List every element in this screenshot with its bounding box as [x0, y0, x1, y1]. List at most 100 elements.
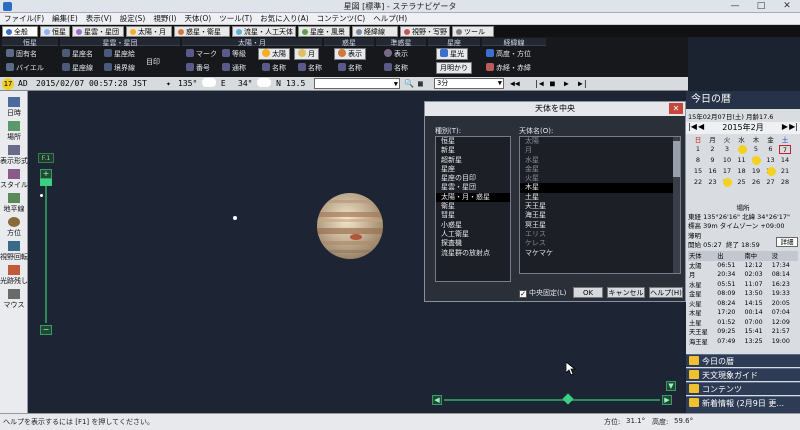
calendar-day[interactable]: 6	[765, 145, 777, 154]
step-back-button[interactable]: |◀	[534, 78, 544, 90]
category-item[interactable]: 超新星	[436, 156, 510, 165]
sun-toggle[interactable]: 太陽	[258, 48, 290, 60]
close-button[interactable]: ✕	[774, 0, 800, 12]
object-list[interactable]: 太陽月水星 金星 火星 木星 土星 天王星 海王星 冥王星 エリス ケレス マケマケ	[519, 136, 681, 274]
tab-general[interactable]: 全般	[2, 26, 38, 37]
nav-contents[interactable]: コンテンツ	[686, 382, 800, 395]
tab-grid[interactable]: 経緯線	[352, 26, 398, 37]
calendar-day[interactable]: 14	[779, 156, 791, 165]
calendar-day[interactable]: 21	[779, 167, 791, 176]
trail-tool[interactable]: 光跡残し	[0, 265, 28, 286]
slider-handle[interactable]	[562, 393, 574, 405]
category-item[interactable]: 星雲・星団	[436, 183, 510, 192]
display-mode-tool[interactable]: 表示形式	[0, 145, 28, 166]
fov-field[interactable]: 13.5	[286, 78, 305, 90]
calendar-day[interactable]: 26	[750, 178, 762, 187]
menu-help[interactable]: ヘルプ(H)	[369, 13, 411, 25]
prev-month-button[interactable]: ◀	[698, 122, 704, 131]
detail-button[interactable]: 詳細	[776, 237, 798, 247]
rewind-button[interactable]: ◀◀	[510, 78, 520, 90]
cancel-button[interactable]: キャンセル	[607, 287, 645, 298]
menu-file[interactable]: ファイル(F)	[0, 13, 48, 25]
category-item[interactable]: 小惑星	[436, 221, 510, 230]
mark-toggle[interactable]: マーク	[186, 49, 217, 59]
bayer-toggle[interactable]: バイエル	[6, 63, 44, 73]
speed-select[interactable]: 3分 ▼	[434, 78, 504, 89]
latitude-field[interactable]: 34° N	[238, 78, 281, 90]
calendar-day[interactable]: 16	[707, 167, 719, 176]
category-item[interactable]: 彗星	[436, 211, 510, 220]
menu-view[interactable]: 表示(V)	[82, 13, 116, 25]
longitude-field[interactable]: 135° E	[178, 78, 226, 90]
object-item[interactable]: 天王星	[520, 202, 680, 211]
menu-settings[interactable]: 設定(S)	[116, 13, 150, 25]
menu-object[interactable]: 天体(O)	[180, 13, 215, 25]
moonlight-toggle[interactable]: 月明かり	[436, 62, 472, 74]
menu-fov[interactable]: 視野(I)	[149, 13, 180, 25]
calendar-day[interactable]: 2	[707, 145, 719, 154]
nav-today-calendar[interactable]: 今日の暦	[686, 354, 800, 367]
calendar-day[interactable]: 28	[779, 178, 791, 187]
category-item[interactable]: 恒星	[436, 137, 510, 146]
magnitude-toggle[interactable]: 等級	[222, 49, 246, 59]
star[interactable]	[40, 194, 43, 197]
category-list[interactable]: 恒星 新星 超新星 星座 星座の目印 星雲・星団 太陽・月・惑星 衛星 彗星 小惑星 人工衛星 探査機…	[435, 136, 511, 282]
scrollbar-thumb[interactable]	[673, 141, 680, 177]
time-slider[interactable]: ◀ ▶	[432, 393, 672, 405]
datetime-field[interactable]: 2015/02/07 00:57:28 JST	[36, 78, 147, 90]
calendar-day[interactable]: 22	[692, 178, 704, 187]
zoom-out-button[interactable]: −	[40, 325, 52, 335]
menu-tools[interactable]: ツール(T)	[215, 13, 256, 25]
category-item[interactable]: 衛星	[436, 202, 510, 211]
object-item[interactable]: マケマケ	[520, 249, 680, 258]
object-item[interactable]: エリス	[520, 230, 680, 239]
next-month-button[interactable]: ▶	[782, 122, 788, 131]
dialog-close-button[interactable]: ✕	[669, 103, 683, 114]
ok-button[interactable]: OK	[573, 287, 603, 298]
tab-tools[interactable]: ツール	[452, 26, 494, 37]
category-item[interactable]: 星座の目印	[436, 174, 510, 183]
zoom-in-button[interactable]: +	[40, 169, 52, 179]
object-list-scrollbar[interactable]	[673, 137, 680, 273]
calendar-day[interactable]: 13	[765, 156, 777, 165]
help-button[interactable]: ヘルプ(H)	[649, 287, 683, 298]
calendar-day[interactable]: 17	[721, 167, 733, 176]
nav-news[interactable]: 新着情報 (2月9日 更...	[686, 396, 800, 413]
dwarf-name-toggle[interactable]: 名称	[384, 63, 408, 73]
category-item[interactable]: 探査機	[436, 239, 510, 248]
star[interactable]	[233, 216, 237, 220]
moon-name-toggle[interactable]: 名称	[298, 63, 322, 73]
starlight-toggle[interactable]: 星光	[436, 48, 468, 60]
jupiter[interactable]	[316, 192, 384, 260]
scroll-down-button[interactable]: ▼	[666, 381, 676, 391]
datetime-tool[interactable]: 日時	[0, 97, 28, 118]
tab-planets[interactable]: 惑星・衛星	[174, 26, 230, 37]
slider-track[interactable]	[444, 399, 660, 401]
planet-show-toggle[interactable]: 表示	[334, 48, 366, 60]
dwarf-show-toggle[interactable]: 表示	[384, 49, 408, 59]
boundary-toggle[interactable]: 境界線	[104, 63, 135, 73]
altaz-toggle[interactable]: 高度・方位	[486, 49, 531, 59]
minimize-button[interactable]: —	[722, 0, 748, 12]
moon-toggle[interactable]: 月	[294, 48, 319, 60]
object-item[interactable]: 水星	[520, 156, 680, 165]
menu-favorites[interactable]: お気に入り(A)	[256, 13, 312, 25]
object-item[interactable]: 冥王星	[520, 221, 680, 230]
calendar-day[interactable]: 9	[707, 156, 719, 165]
category-item[interactable]: 星座	[436, 165, 510, 174]
category-item[interactable]: 人工衛星	[436, 230, 510, 239]
calendar-day[interactable]: 3	[721, 145, 733, 154]
object-item[interactable]: 金星	[520, 165, 680, 174]
calendar-day[interactable]: 1	[692, 145, 704, 154]
mouse-tool[interactable]: マウス	[0, 289, 28, 310]
menu-contents[interactable]: コンテンツ(C)	[313, 13, 370, 25]
object-item[interactable]: ケレス	[520, 239, 680, 248]
calendar-day[interactable]: 25	[736, 178, 748, 187]
calendar-day[interactable]: 7	[779, 145, 791, 154]
const-name-toggle[interactable]: 星座名	[62, 49, 93, 59]
category-item[interactable]: 流星群の放射点	[436, 249, 510, 258]
tab-sun-moon[interactable]: 太陽・月	[126, 26, 172, 37]
tab-meteor[interactable]: 流星・人工天体	[232, 26, 296, 37]
catalog-toggle[interactable]: 目印	[146, 57, 160, 67]
nav-astro-guide[interactable]: 天文現象ガイド	[686, 368, 800, 381]
